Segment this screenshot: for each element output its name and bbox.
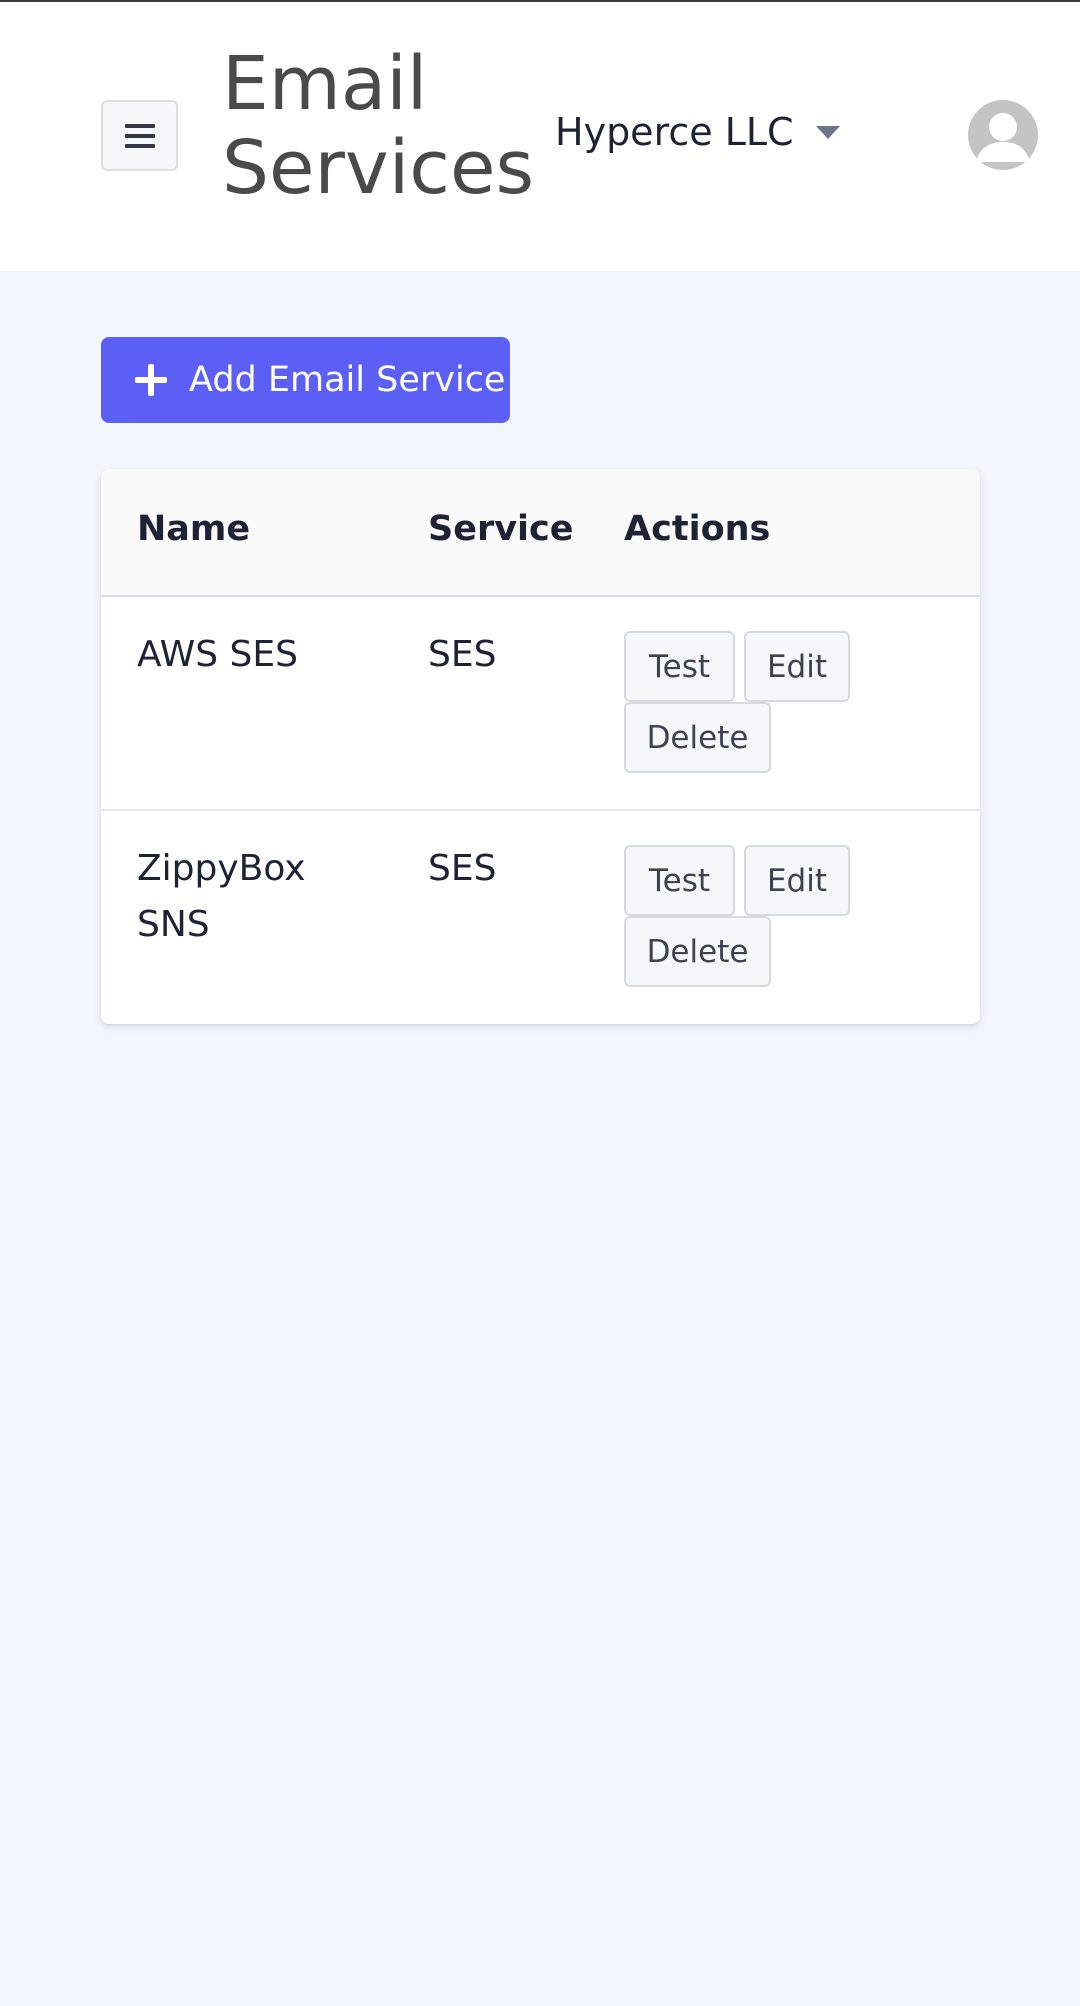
email-services-table: Name Service Actions AWS SES SES Test Ed… [101,469,980,1024]
column-header-name: Name [137,509,251,549]
page-title: Email Services [222,41,535,211]
service-name-cell: ZippyBox SNS [137,848,306,945]
test-button[interactable]: Test [624,631,735,702]
service-name-cell: AWS SES [137,634,298,675]
menu-toggle-button[interactable] [101,100,178,171]
edit-button[interactable]: Edit [744,845,850,916]
organization-dropdown[interactable]: Hyperce LLC [555,104,840,160]
chevron-down-icon [815,125,840,139]
plus-icon [135,364,167,396]
organization-name: Hyperce LLC [555,110,794,154]
table-header: Name Service Actions [101,469,980,597]
add-email-service-label: Add Email Service [189,360,506,400]
user-avatar[interactable] [968,100,1038,170]
delete-button[interactable]: Delete [624,916,771,987]
test-button[interactable]: Test [624,845,735,916]
hamburger-icon [124,123,155,148]
app-header: Email Services Hyperce LLC [0,2,1080,271]
service-type-cell: SES [428,634,497,675]
table-row: ZippyBox SNS SES Test Edit Delete [101,811,980,1024]
column-header-service: Service [428,509,574,549]
table-row: AWS SES SES Test Edit Delete [101,597,980,811]
delete-button[interactable]: Delete [624,702,771,773]
user-avatar-icon [976,113,1030,162]
service-type-cell: SES [428,848,497,889]
column-header-actions: Actions [624,509,771,549]
add-email-service-button[interactable]: Add Email Service [101,337,510,423]
edit-button[interactable]: Edit [744,631,850,702]
